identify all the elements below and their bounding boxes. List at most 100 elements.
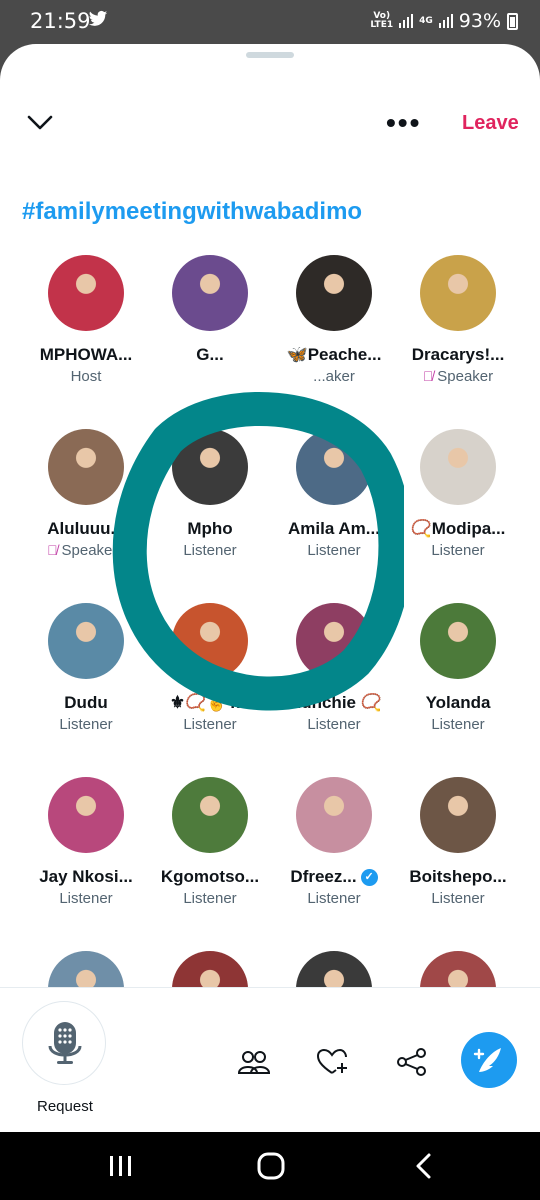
status-indicators: Vo) LTE1 4G 93% bbox=[370, 10, 518, 32]
participant-cell[interactable]: Dudu Listener bbox=[24, 603, 148, 743]
status-bar: 21:59 Vo) LTE1 4G 93% bbox=[0, 0, 540, 44]
participant-role-text: ...aker bbox=[313, 368, 355, 385]
participant-name: Dfreez... ✓ bbox=[272, 867, 396, 887]
home-icon[interactable] bbox=[256, 1152, 286, 1180]
space-title: #familymeetingwithwabadimo bbox=[22, 198, 363, 225]
more-icon[interactable]: ••• bbox=[386, 109, 421, 137]
participant-role: Host bbox=[24, 368, 148, 385]
share-icon[interactable] bbox=[396, 1048, 428, 1076]
participant-role: Listener bbox=[272, 542, 396, 559]
participant-cell[interactable]: MPHOWA... Host bbox=[24, 255, 148, 395]
bottom-toolbar: Request bbox=[0, 987, 540, 1132]
participant-name: Aluluuu... bbox=[47, 519, 125, 538]
avatar[interactable] bbox=[296, 429, 372, 505]
avatar[interactable] bbox=[420, 777, 496, 853]
participant-role-text: Listener bbox=[307, 542, 361, 559]
request-mic-button[interactable] bbox=[22, 1001, 106, 1085]
participant-cell[interactable]: Kgomotso... Listener bbox=[148, 777, 272, 917]
participant-name: Mpho bbox=[187, 519, 233, 538]
recent-apps-icon[interactable] bbox=[106, 1152, 136, 1180]
participant-cell[interactable]: Dracarys!... 🎙̸ Speaker bbox=[396, 255, 520, 395]
battery-percent: 93% bbox=[458, 10, 501, 32]
avatar[interactable] bbox=[48, 603, 124, 679]
participant-role-text: Listener bbox=[183, 542, 237, 559]
participant-cell[interactable]: munchie 📿 Listener bbox=[272, 603, 396, 743]
participant-cell[interactable]: Jay Nkosi... Listener bbox=[24, 777, 148, 917]
request-label: Request bbox=[37, 1098, 93, 1115]
participant-cell[interactable]: 📿Modipa... Listener bbox=[396, 429, 520, 569]
participant-role-text: Speake... bbox=[61, 542, 125, 559]
avatar[interactable] bbox=[420, 429, 496, 505]
participant-role: ...aker bbox=[272, 368, 396, 385]
participant-cell[interactable]: Aluluuu... 🎙̸ Speake... bbox=[24, 429, 148, 569]
compose-feather-icon bbox=[473, 1048, 501, 1072]
participant-cell[interactable]: Dfreez... ✓ Listener bbox=[272, 777, 396, 917]
participant-name: Dracarys!... bbox=[411, 345, 505, 364]
avatar[interactable] bbox=[48, 255, 124, 331]
people-icon[interactable] bbox=[238, 1048, 270, 1076]
participant-name: Kgomotso... bbox=[160, 867, 260, 886]
participant-name: 📿Modipa... bbox=[410, 519, 506, 538]
leave-button[interactable]: Leave bbox=[462, 112, 519, 135]
participant-cell[interactable]: Mpho Listener bbox=[148, 429, 272, 569]
participant-cell[interactable]: Boitshepo... Listener bbox=[396, 777, 520, 917]
participant-cell[interactable]: 🦋Peache... ...aker bbox=[272, 255, 396, 395]
participant-name: Amila Am... bbox=[288, 519, 380, 538]
avatar[interactable] bbox=[172, 429, 248, 505]
participant-name: Jay Nkosi... bbox=[39, 867, 133, 886]
android-nav-bar bbox=[0, 1132, 540, 1200]
participant-role-text: Listener bbox=[431, 890, 485, 907]
chevron-down-icon[interactable] bbox=[26, 112, 54, 134]
participant-role-text: Listener bbox=[59, 716, 113, 733]
participant-name: munchie 📿 bbox=[286, 693, 382, 712]
status-time: 21:59 bbox=[30, 9, 91, 33]
participant-role: Listener bbox=[24, 716, 148, 733]
mic-muted-icon: 🎙̸ bbox=[47, 542, 62, 558]
participant-role-text: Listener bbox=[307, 890, 361, 907]
battery-icon bbox=[507, 12, 518, 30]
participant-name: MPHOWA... bbox=[39, 345, 133, 364]
signal-icon bbox=[399, 14, 414, 28]
avatar[interactable] bbox=[48, 429, 124, 505]
avatar[interactable] bbox=[296, 777, 372, 853]
signal-icon-2 bbox=[438, 14, 453, 28]
participant-role: Listener bbox=[396, 542, 520, 559]
participant-role-text: Listener bbox=[431, 716, 485, 733]
participant-name: G... bbox=[196, 345, 224, 364]
participant-name: 🦋Peache... bbox=[286, 345, 382, 364]
avatar[interactable] bbox=[48, 777, 124, 853]
participant-cell[interactable]: G... bbox=[148, 255, 272, 395]
participant-cell[interactable]: ⚜📿✌T... Listener bbox=[148, 603, 272, 743]
back-icon[interactable] bbox=[410, 1152, 440, 1180]
participant-cell[interactable]: Yolanda Listener bbox=[396, 603, 520, 743]
participant-cell[interactable]: Amila Am... Listener bbox=[272, 429, 396, 569]
participant-role-text: Listener bbox=[307, 716, 361, 733]
mic-muted-icon: 🎙̸ bbox=[422, 368, 438, 384]
participant-role: Listener bbox=[148, 890, 272, 907]
verified-badge-icon: ✓ bbox=[360, 869, 378, 887]
avatar[interactable] bbox=[420, 255, 496, 331]
avatar[interactable] bbox=[296, 603, 372, 679]
participant-name: Dudu bbox=[64, 693, 108, 712]
avatar[interactable] bbox=[172, 603, 248, 679]
avatar[interactable] bbox=[420, 603, 496, 679]
avatar[interactable] bbox=[172, 777, 248, 853]
participant-name: Yolanda bbox=[425, 693, 491, 712]
participant-role-text: Speaker bbox=[437, 368, 494, 385]
heart-plus-icon[interactable] bbox=[316, 1048, 348, 1076]
twitter-bird-icon bbox=[88, 10, 108, 26]
participant-role-text: Listener bbox=[59, 890, 113, 907]
participant-role: Listener bbox=[272, 890, 396, 907]
avatar[interactable] bbox=[296, 255, 372, 331]
sheet-grabber[interactable] bbox=[246, 52, 294, 58]
avatar[interactable] bbox=[172, 255, 248, 331]
participant-role: Listener bbox=[396, 890, 520, 907]
participant-role: 🎙̸ Speaker bbox=[396, 368, 520, 385]
participant-role: Listener bbox=[272, 716, 396, 733]
compose-button[interactable] bbox=[461, 1032, 517, 1088]
participant-name: ⚜📿✌T... bbox=[169, 693, 251, 712]
net-type-indicator: 4G bbox=[419, 15, 433, 26]
volte-indicator: Vo) LTE1 bbox=[370, 11, 394, 30]
participant-role: Listener bbox=[148, 716, 272, 733]
participant-name: Boitshepo... bbox=[409, 867, 507, 886]
